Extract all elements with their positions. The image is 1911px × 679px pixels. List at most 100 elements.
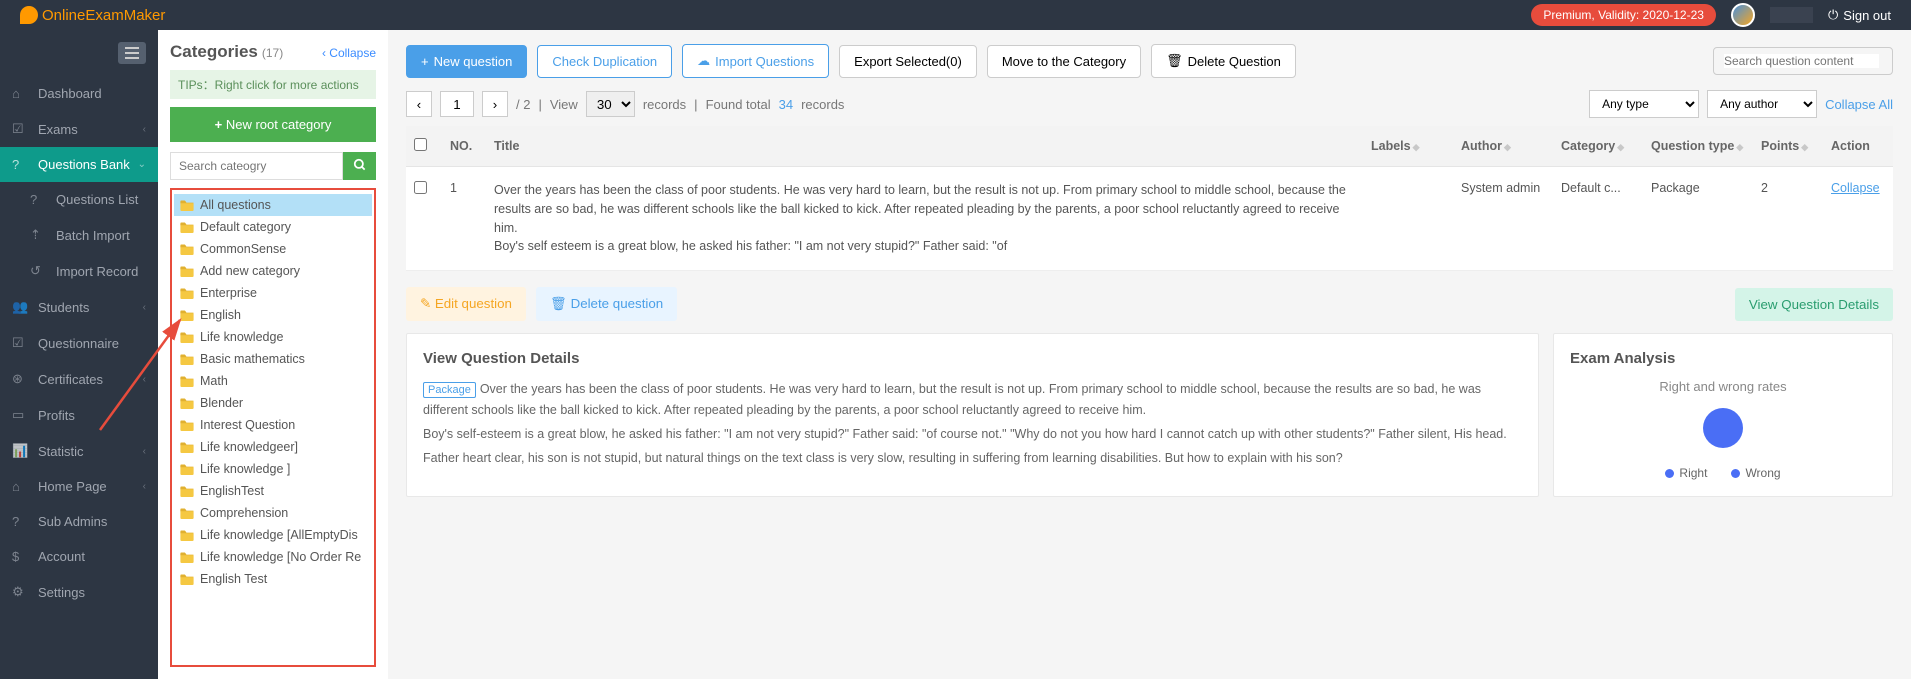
search-icon: [353, 158, 367, 172]
view-question-details-button[interactable]: View Question Details: [1735, 288, 1893, 321]
nav-item-sub-admins[interactable]: ?Sub Admins: [0, 504, 158, 539]
nav-item-statistic[interactable]: 📊Statistic‹: [0, 433, 158, 469]
row-checkbox[interactable]: [414, 181, 427, 194]
author-filter-select[interactable]: Any author: [1707, 90, 1817, 118]
chevron-icon: ‹: [143, 302, 146, 313]
cert-icon: ⊛: [12, 371, 30, 387]
new-question-button[interactable]: +New question: [406, 45, 527, 78]
question-search-input[interactable]: [1724, 54, 1879, 68]
folder-icon: [180, 574, 194, 585]
sidebar-toggle[interactable]: [118, 42, 146, 64]
category-item[interactable]: All questions: [174, 194, 372, 216]
import-questions-button[interactable]: ☁Import Questions: [682, 44, 829, 78]
folder-icon: [180, 442, 194, 453]
chevron-icon: ‹: [143, 446, 146, 457]
nav-item-questions-bank[interactable]: ?Questions Bank⌄: [0, 147, 158, 182]
category-item[interactable]: Life knowledgeer]: [174, 436, 372, 458]
plus-icon: +: [421, 54, 429, 69]
collapse-all-link[interactable]: Collapse All: [1825, 97, 1893, 112]
app-header: OnlineExamMaker Premium, Validity: 2020-…: [0, 0, 1911, 30]
folder-icon: [180, 222, 194, 233]
edit-question-button[interactable]: ✎ Edit question: [406, 287, 526, 321]
category-item[interactable]: Comprehension: [174, 502, 372, 524]
nav-item-batch-import[interactable]: ⇡Batch Import: [0, 217, 158, 253]
category-item[interactable]: Life knowledge [No Order Re: [174, 546, 372, 568]
folder-icon: [180, 332, 194, 343]
category-item[interactable]: Life knowledge [AllEmptyDis: [174, 524, 372, 546]
category-item[interactable]: English Test: [174, 568, 372, 590]
move-category-button[interactable]: Move to the Category: [987, 45, 1141, 78]
sort-icon[interactable]: ◆: [1801, 142, 1808, 152]
check-icon: ☑: [12, 121, 30, 137]
chart-legend: Right Wrong: [1570, 466, 1876, 480]
folder-icon: [180, 244, 194, 255]
nav-item-profits[interactable]: ▭Profits: [0, 397, 158, 433]
category-item[interactable]: Math: [174, 370, 372, 392]
nav-item-questionnaire[interactable]: ☑Questionnaire: [0, 325, 158, 361]
new-root-category-button[interactable]: New root category: [170, 107, 376, 142]
sort-icon[interactable]: ◆: [1736, 142, 1743, 152]
collapse-row-link[interactable]: Collapse: [1831, 181, 1880, 195]
brand-logo: OnlineExamMaker: [20, 6, 165, 24]
type-filter-select[interactable]: Any type: [1589, 90, 1699, 118]
nav-item-dashboard[interactable]: ⌂Dashboard: [0, 76, 158, 111]
nav-item-import-record[interactable]: ↺Import Record: [0, 253, 158, 289]
delete-question-row-button[interactable]: 🗑 Delete question: [536, 287, 677, 321]
folder-icon: [180, 200, 194, 211]
folder-icon: [180, 398, 194, 409]
category-item[interactable]: Interest Question: [174, 414, 372, 436]
power-icon: ⏻: [1828, 7, 1838, 23]
sort-icon[interactable]: ◆: [1617, 142, 1624, 152]
category-item[interactable]: Blender: [174, 392, 372, 414]
page-input[interactable]: [440, 91, 474, 117]
exam-analysis-card: Exam Analysis Right and wrong rates Righ…: [1553, 333, 1893, 497]
category-item[interactable]: CommonSense: [174, 238, 372, 260]
nav-item-account[interactable]: $Account: [0, 539, 158, 574]
category-item[interactable]: EnglishTest: [174, 480, 372, 502]
found-count: 34: [779, 97, 793, 112]
sort-icon[interactable]: ◆: [1504, 142, 1511, 152]
category-item[interactable]: Life knowledge: [174, 326, 372, 348]
clipboard-icon: ☑: [12, 335, 30, 351]
categories-collapse-link[interactable]: Collapse: [322, 46, 376, 60]
prev-page-button[interactable]: ‹: [406, 91, 432, 117]
records-per-page-select[interactable]: 30: [586, 91, 635, 117]
category-item[interactable]: English: [174, 304, 372, 326]
analysis-title: Exam Analysis: [1570, 350, 1876, 367]
nav-item-students[interactable]: 👥Students‹: [0, 289, 158, 325]
folder-icon: [180, 486, 194, 497]
check-duplication-button[interactable]: Check Duplication: [537, 45, 672, 78]
folder-icon: [180, 354, 194, 365]
select-all-checkbox[interactable]: [414, 138, 427, 151]
signout-button[interactable]: ⏻ Sign out: [1828, 7, 1891, 23]
nav-item-home-page[interactable]: ⌂Home Page‹: [0, 469, 158, 504]
sort-icon[interactable]: ◆: [1413, 142, 1420, 152]
avatar[interactable]: [1731, 3, 1755, 27]
categories-title: Categories: [170, 42, 258, 62]
chart-title: Right and wrong rates: [1570, 379, 1876, 394]
next-page-button[interactable]: ›: [482, 91, 508, 117]
users-icon: 👥: [12, 299, 30, 315]
category-search-button[interactable]: [343, 152, 376, 180]
category-item[interactable]: Life knowledge ]: [174, 458, 372, 480]
folder-icon: [180, 266, 194, 277]
category-item[interactable]: Enterprise: [174, 282, 372, 304]
nav-item-certificates[interactable]: ⊛Certificates‹: [0, 361, 158, 397]
category-item[interactable]: Default category: [174, 216, 372, 238]
card-icon: ▭: [12, 407, 30, 423]
category-item[interactable]: Basic mathematics: [174, 348, 372, 370]
nav-item-questions-list[interactable]: ?Questions List: [0, 182, 158, 217]
question-title-cell: Over the years has been the class of poo…: [486, 167, 1363, 271]
delete-question-button[interactable]: 🗑Delete Question: [1151, 44, 1296, 78]
nav-item-exams[interactable]: ☑Exams‹: [0, 111, 158, 147]
folder-icon: [180, 310, 194, 321]
category-tree: All questionsDefault categoryCommonSense…: [170, 188, 376, 667]
nav-item-settings[interactable]: ⚙Settings: [0, 574, 158, 610]
row-actions: ✎ Edit question 🗑 Delete question View Q…: [406, 287, 1893, 321]
categories-panel: Categories (17) Collapse TIPs：Right clic…: [158, 30, 388, 679]
category-item[interactable]: Add new category: [174, 260, 372, 282]
category-search-input[interactable]: [170, 152, 343, 180]
help-icon: ?: [12, 157, 30, 172]
export-selected-button[interactable]: Export Selected(0): [839, 45, 977, 78]
folder-icon: [180, 552, 194, 563]
